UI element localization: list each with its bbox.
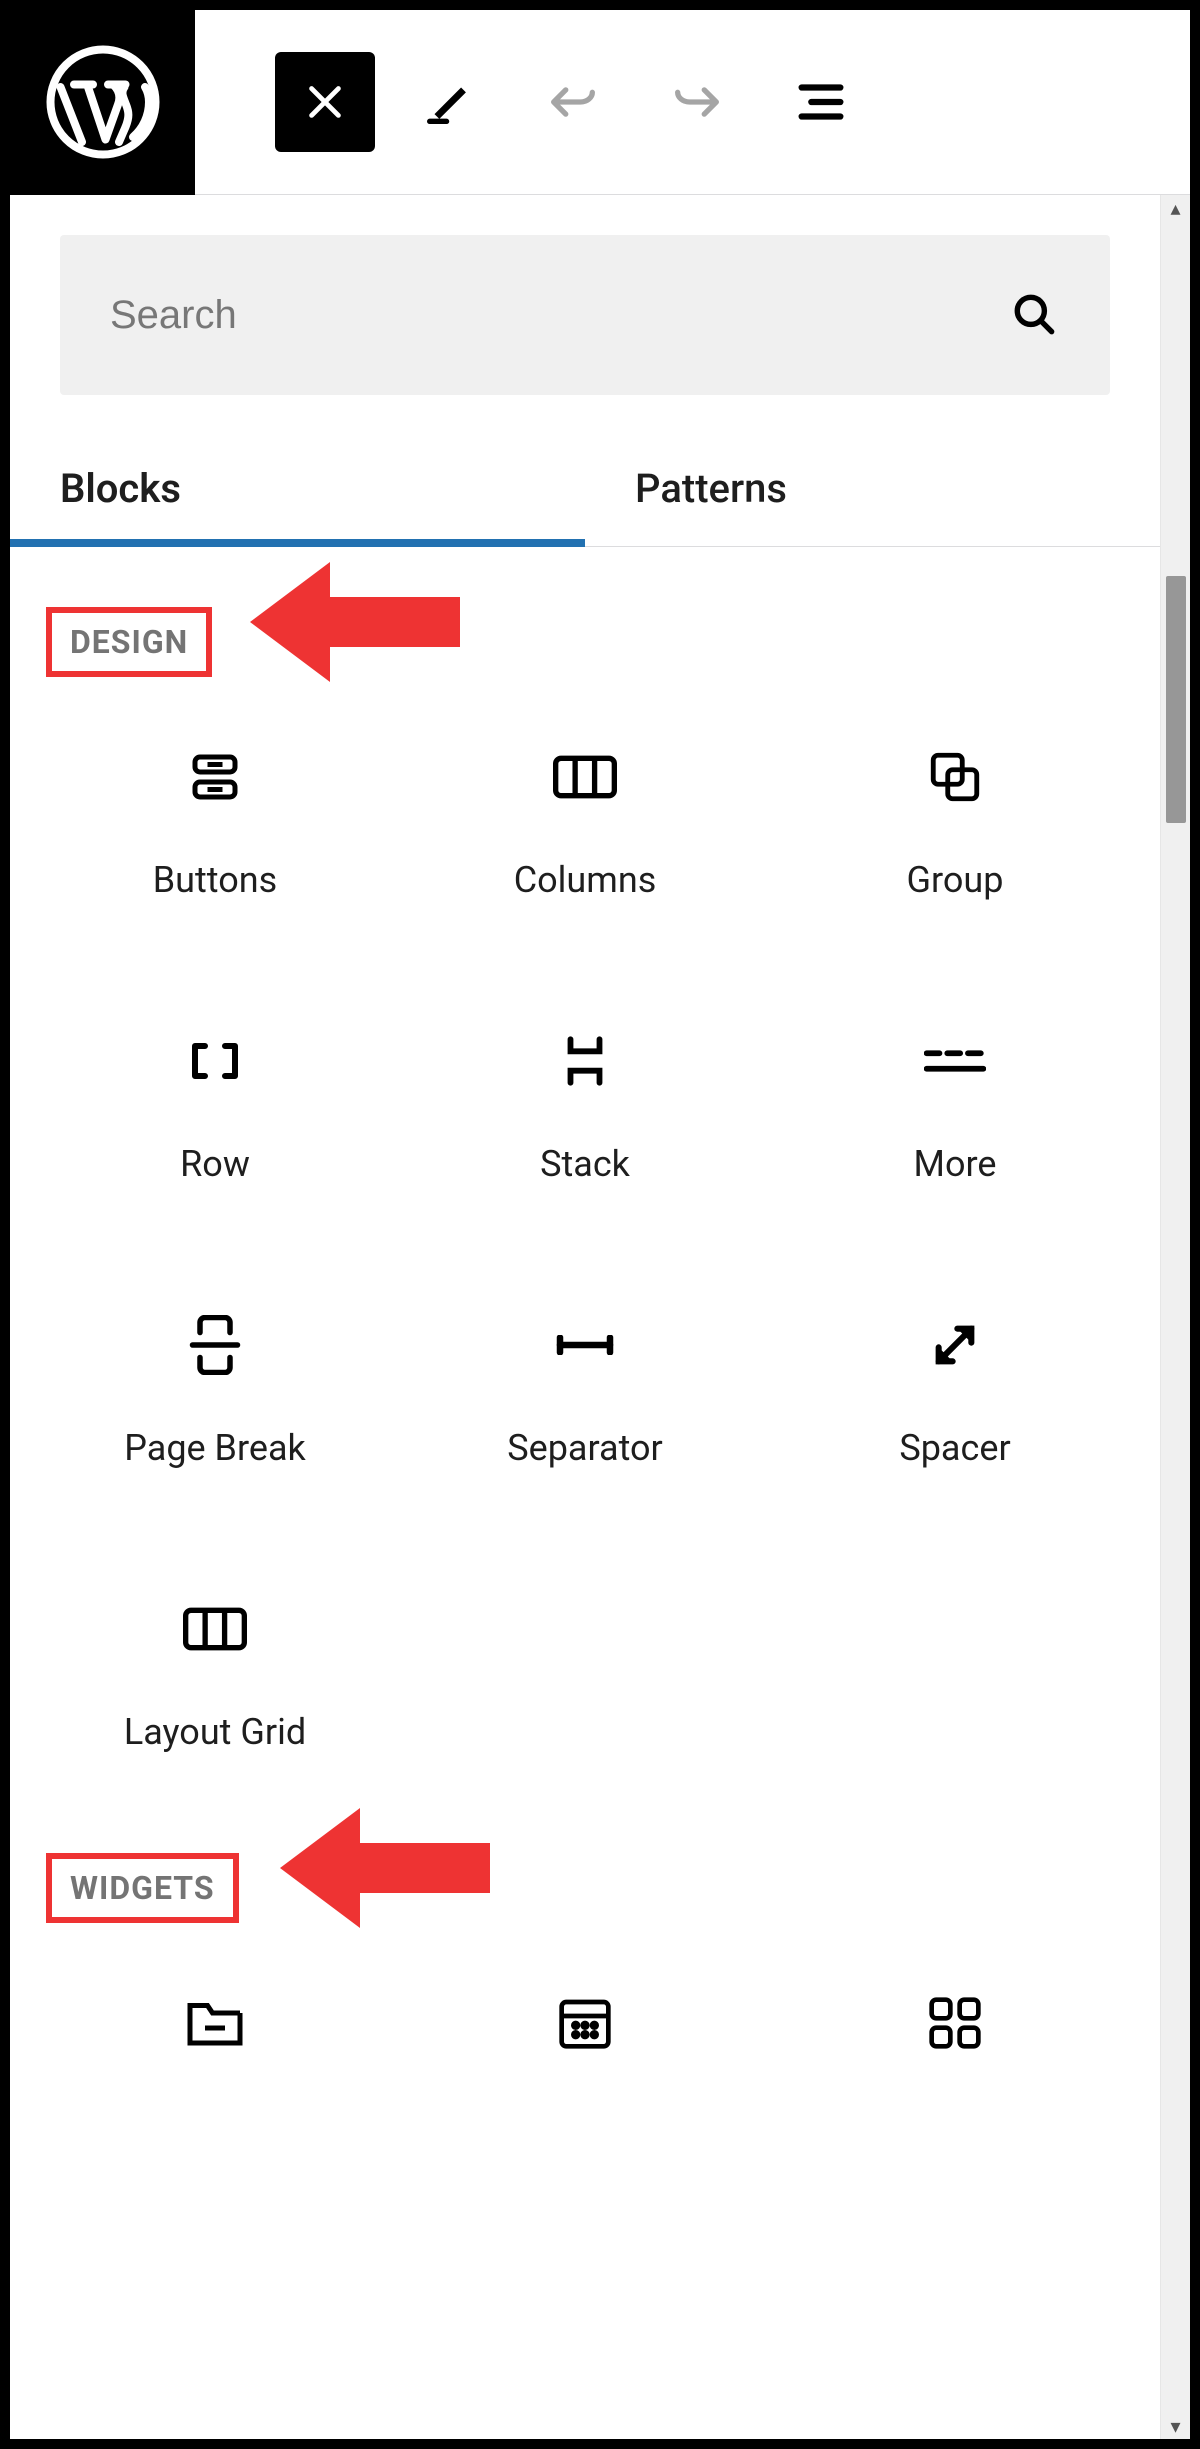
- wordpress-logo[interactable]: [10, 10, 195, 195]
- block-page-break[interactable]: Page Break: [30, 1305, 400, 1469]
- block-label: Group: [907, 859, 1004, 901]
- block-columns[interactable]: Columns: [400, 737, 770, 901]
- block-search[interactable]: [60, 235, 1110, 395]
- block-separator[interactable]: Separator: [400, 1305, 770, 1469]
- block-label: More: [914, 1143, 997, 1185]
- category-heading-widgets: WIDGETS: [46, 1853, 239, 1923]
- block-layout-grid[interactable]: Layout Grid: [30, 1589, 400, 1753]
- more-icon: [924, 1046, 986, 1076]
- spacer-icon: [927, 1317, 983, 1373]
- block-inserter-toggle[interactable]: [275, 52, 375, 152]
- separator-icon: [550, 1335, 620, 1355]
- category-heading-design: DESIGN: [46, 607, 212, 677]
- block-categories[interactable]: [770, 1983, 1140, 2063]
- block-inserter-panel: Blocks Patterns DESIGN Buttons: [10, 195, 1190, 2439]
- row-icon: [185, 1041, 245, 1081]
- group-icon: [926, 748, 984, 806]
- block-stack[interactable]: Stack: [400, 1021, 770, 1185]
- block-calendar[interactable]: [400, 1983, 770, 2063]
- block-label: Separator: [507, 1427, 663, 1469]
- tools-button[interactable]: [399, 52, 499, 152]
- pencil-icon: [420, 73, 478, 131]
- block-label: Buttons: [153, 859, 277, 901]
- block-label: Columns: [514, 859, 657, 901]
- document-outline-button[interactable]: [771, 52, 871, 152]
- scroll-up-icon[interactable]: ▴: [1161, 195, 1190, 221]
- redo-icon: [668, 73, 726, 131]
- list-view-icon: [792, 73, 850, 131]
- scroll-down-icon[interactable]: ▾: [1161, 2413, 1190, 2439]
- archives-icon: [185, 1997, 245, 2049]
- block-archives[interactable]: [30, 1983, 400, 2063]
- annotation-arrow-icon: [280, 1803, 490, 1933]
- buttons-icon: [185, 747, 245, 807]
- inserter-scrollbar[interactable]: ▴ ▾: [1160, 195, 1190, 2439]
- wordpress-icon: [43, 42, 163, 162]
- block-label: Stack: [540, 1143, 630, 1185]
- block-label: Spacer: [899, 1427, 1010, 1469]
- block-spacer[interactable]: Spacer: [770, 1305, 1140, 1469]
- categories-icon: [927, 1995, 983, 2051]
- block-label: Page Break: [124, 1427, 306, 1469]
- tab-patterns[interactable]: Patterns: [585, 435, 1160, 546]
- tab-blocks[interactable]: Blocks: [10, 435, 585, 546]
- close-icon: [302, 79, 348, 125]
- stack-icon: [563, 1032, 607, 1090]
- block-group[interactable]: Group: [770, 737, 1140, 901]
- calendar-icon: [557, 1995, 613, 2051]
- undo-icon: [544, 73, 602, 131]
- search-icon: [1010, 290, 1060, 340]
- annotation-arrow-icon: [250, 557, 460, 687]
- block-buttons[interactable]: Buttons: [30, 737, 400, 901]
- search-input[interactable]: [110, 293, 1010, 338]
- block-label: Row: [180, 1143, 250, 1185]
- scrollbar-thumb[interactable]: [1166, 576, 1186, 823]
- redo-button[interactable]: [647, 52, 747, 152]
- layout-grid-icon: [183, 1607, 247, 1651]
- page-break-icon: [189, 1315, 241, 1375]
- block-row[interactable]: Row: [30, 1021, 400, 1185]
- block-grid-design: Buttons Columns Group: [10, 697, 1160, 1753]
- block-more[interactable]: More: [770, 1021, 1140, 1185]
- block-grid-widgets: [10, 1943, 1160, 2083]
- inserter-tabs: Blocks Patterns: [10, 435, 1160, 547]
- columns-icon: [553, 755, 617, 799]
- editor-toolbar: [10, 10, 1190, 195]
- undo-button[interactable]: [523, 52, 623, 152]
- block-label: Layout Grid: [124, 1711, 306, 1753]
